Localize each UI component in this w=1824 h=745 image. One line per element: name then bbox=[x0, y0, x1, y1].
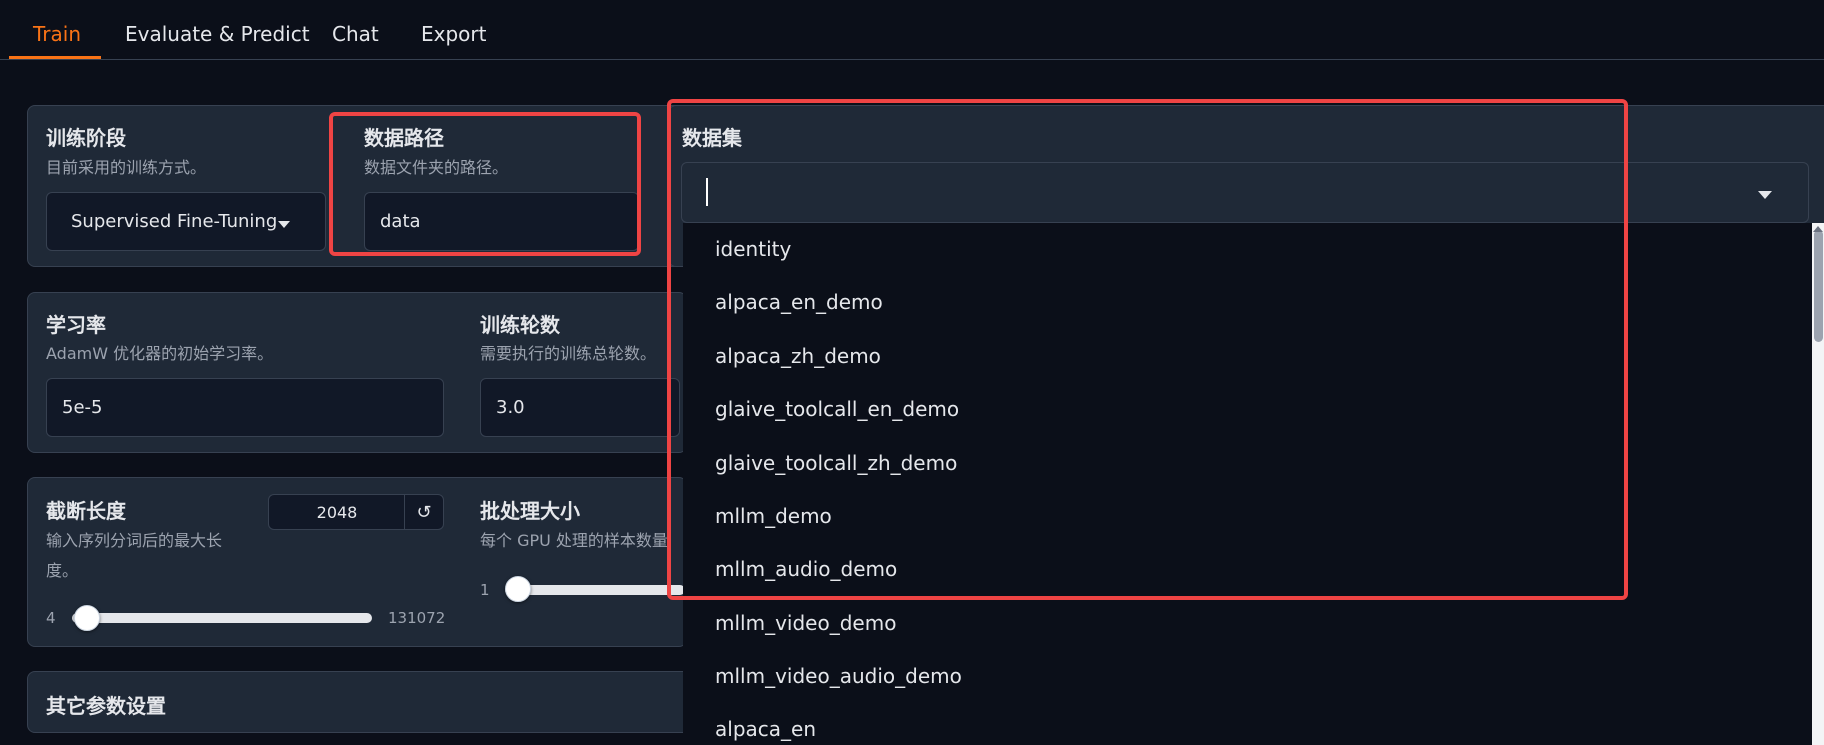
learning-rate-label: 学习率 bbox=[46, 313, 106, 337]
cutoff-length-slider-thumb[interactable] bbox=[73, 605, 100, 631]
data-path-label: 数据路径 bbox=[364, 126, 444, 150]
batch-size-slider[interactable] bbox=[505, 585, 685, 595]
dataset-dropdown-list: identity alpaca_en_demo alpaca_zh_demo g… bbox=[683, 223, 1824, 745]
tab-evaluate-predict[interactable]: Evaluate & Predict bbox=[125, 22, 310, 46]
active-tab-indicator bbox=[9, 56, 101, 59]
cutoff-min-label: 4 bbox=[46, 609, 56, 627]
chevron-down-icon bbox=[278, 221, 290, 228]
learning-rate-info: AdamW 优化器的初始学习率。 bbox=[46, 344, 274, 363]
dataset-option[interactable]: alpaca_zh_demo bbox=[715, 344, 881, 368]
other-settings-label: 其它参数设置 bbox=[46, 694, 166, 718]
cutoff-length-info-line1: 输入序列分词后的最大长 bbox=[46, 531, 223, 550]
training-stage-label: 训练阶段 bbox=[46, 126, 126, 150]
tab-train[interactable]: Train bbox=[33, 22, 81, 46]
batch-size-info: 每个 GPU 处理的样本数量 bbox=[480, 531, 668, 550]
dataset-label: 数据集 bbox=[682, 126, 742, 150]
training-stage-value: Supervised Fine-Tuning bbox=[71, 211, 278, 232]
learning-rate-value: 5e-5 bbox=[62, 397, 103, 418]
dataset-input[interactable] bbox=[681, 162, 1809, 223]
tab-chat[interactable]: Chat bbox=[332, 22, 379, 46]
cutoff-max-label: 131072 bbox=[388, 609, 446, 627]
dataset-option[interactable]: mllm_video_demo bbox=[715, 611, 896, 635]
data-path-info: 数据文件夹的路径。 bbox=[364, 158, 509, 177]
dataset-option[interactable]: alpaca_en_demo bbox=[715, 290, 883, 314]
data-path-input[interactable]: data bbox=[364, 192, 639, 251]
other-settings-accordion[interactable]: 其它参数设置 bbox=[27, 671, 707, 733]
dataset-option[interactable]: glaive_toolcall_en_demo bbox=[715, 397, 959, 421]
data-path-value: data bbox=[380, 211, 421, 232]
batch-min-label: 1 bbox=[480, 581, 490, 599]
epochs-label: 训练轮数 bbox=[480, 313, 560, 337]
dataset-option[interactable]: mllm_audio_demo bbox=[715, 557, 897, 581]
batch-size-label: 批处理大小 bbox=[480, 499, 580, 523]
dataset-option[interactable]: glaive_toolcall_zh_demo bbox=[715, 451, 957, 475]
dropdown-scrollbar-thumb[interactable] bbox=[1814, 230, 1823, 342]
cutoff-length-slider[interactable] bbox=[72, 613, 372, 623]
chevron-down-icon[interactable] bbox=[1757, 190, 1773, 200]
dataset-option[interactable]: mllm_demo bbox=[715, 504, 832, 528]
learning-rate-input[interactable]: 5e-5 bbox=[46, 378, 444, 437]
cutoff-length-number-input[interactable]: 2048 bbox=[269, 495, 405, 529]
tab-bar: Train Evaluate & Predict Chat Export bbox=[0, 0, 1824, 60]
cutoff-length-number-box: 2048 ↺ bbox=[268, 494, 444, 530]
reset-icon[interactable]: ↺ bbox=[405, 495, 443, 529]
batch-size-slider-thumb[interactable] bbox=[505, 576, 531, 602]
training-stage-info: 目前采用的训练方式。 bbox=[46, 158, 207, 177]
dataset-option[interactable]: identity bbox=[715, 237, 791, 261]
epochs-info: 需要执行的训练总轮数。 bbox=[480, 344, 657, 363]
epochs-input[interactable]: 3.0 bbox=[480, 378, 680, 437]
text-cursor bbox=[706, 178, 708, 206]
cutoff-length-info-line2: 度。 bbox=[46, 561, 79, 580]
scroll-up-arrow-icon[interactable] bbox=[1812, 225, 1824, 233]
tab-export[interactable]: Export bbox=[421, 22, 486, 46]
cutoff-length-label: 截断长度 bbox=[46, 499, 126, 523]
dataset-option[interactable]: mllm_video_audio_demo bbox=[715, 664, 962, 688]
epochs-value: 3.0 bbox=[496, 397, 525, 418]
dataset-option[interactable]: alpaca_en bbox=[715, 717, 816, 741]
training-stage-select[interactable]: Supervised Fine-Tuning bbox=[46, 192, 326, 251]
